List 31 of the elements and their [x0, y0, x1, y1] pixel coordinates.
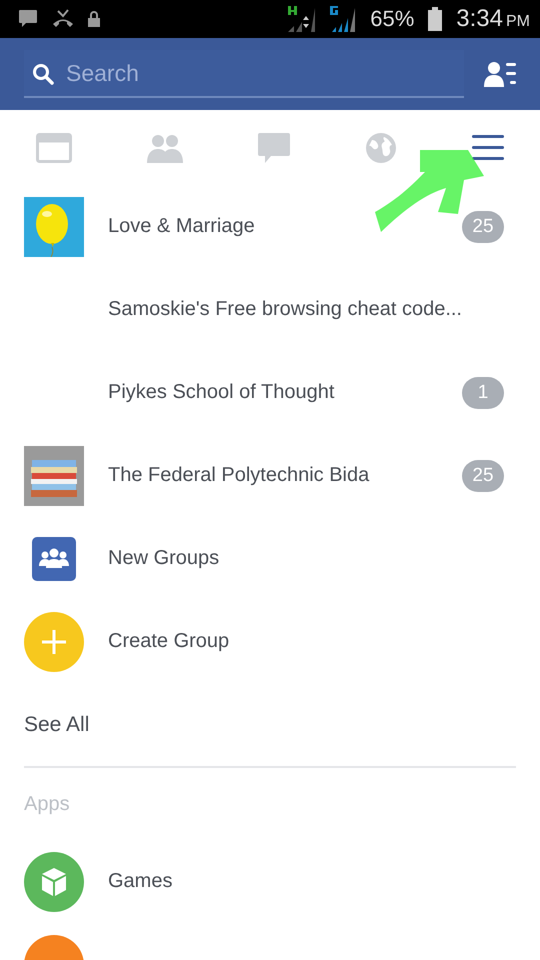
- signal-icon: [330, 6, 356, 32]
- group-name[interactable]: The Federal Polytechnic Bida: [108, 464, 438, 487]
- friends-icon: [147, 132, 183, 162]
- search-field[interactable]: Search: [24, 50, 464, 98]
- group-name[interactable]: Samoskie's Free browsing cheat code...: [108, 298, 516, 321]
- see-all-link[interactable]: See All: [24, 683, 516, 766]
- count-badge: 1: [462, 376, 504, 408]
- search-icon: [32, 63, 54, 85]
- section-heading: Apps: [24, 792, 71, 816]
- lock-icon: [88, 11, 100, 27]
- nav-tab[interactable]: [472, 134, 504, 160]
- clock-period: PM: [506, 13, 530, 31]
- globe-icon: [365, 132, 397, 164]
- battery-icon: [428, 7, 442, 31]
- groups-icon: [32, 536, 76, 580]
- group-name[interactable]: Create Group: [108, 630, 516, 653]
- contacts-icon[interactable]: [484, 61, 516, 87]
- signal-icon: [288, 6, 316, 32]
- battery-percentage: 65%: [370, 6, 414, 32]
- group-name[interactable]: New Groups: [108, 547, 516, 570]
- clock-time: 3:34: [456, 5, 503, 33]
- count-badge: 25: [462, 210, 504, 242]
- app-name[interactable]: Games: [108, 870, 516, 893]
- group-name[interactable]: Love & Marriage: [108, 215, 438, 238]
- news-feed-icon: [36, 132, 72, 162]
- chat-bubble-icon: [258, 132, 290, 162]
- menu-icon: [472, 134, 504, 160]
- messenger-icon: [18, 9, 38, 29]
- missed-call-icon: [52, 9, 74, 29]
- group-name[interactable]: Piykes School of Thought: [108, 381, 438, 404]
- count-badge: 25: [462, 460, 504, 492]
